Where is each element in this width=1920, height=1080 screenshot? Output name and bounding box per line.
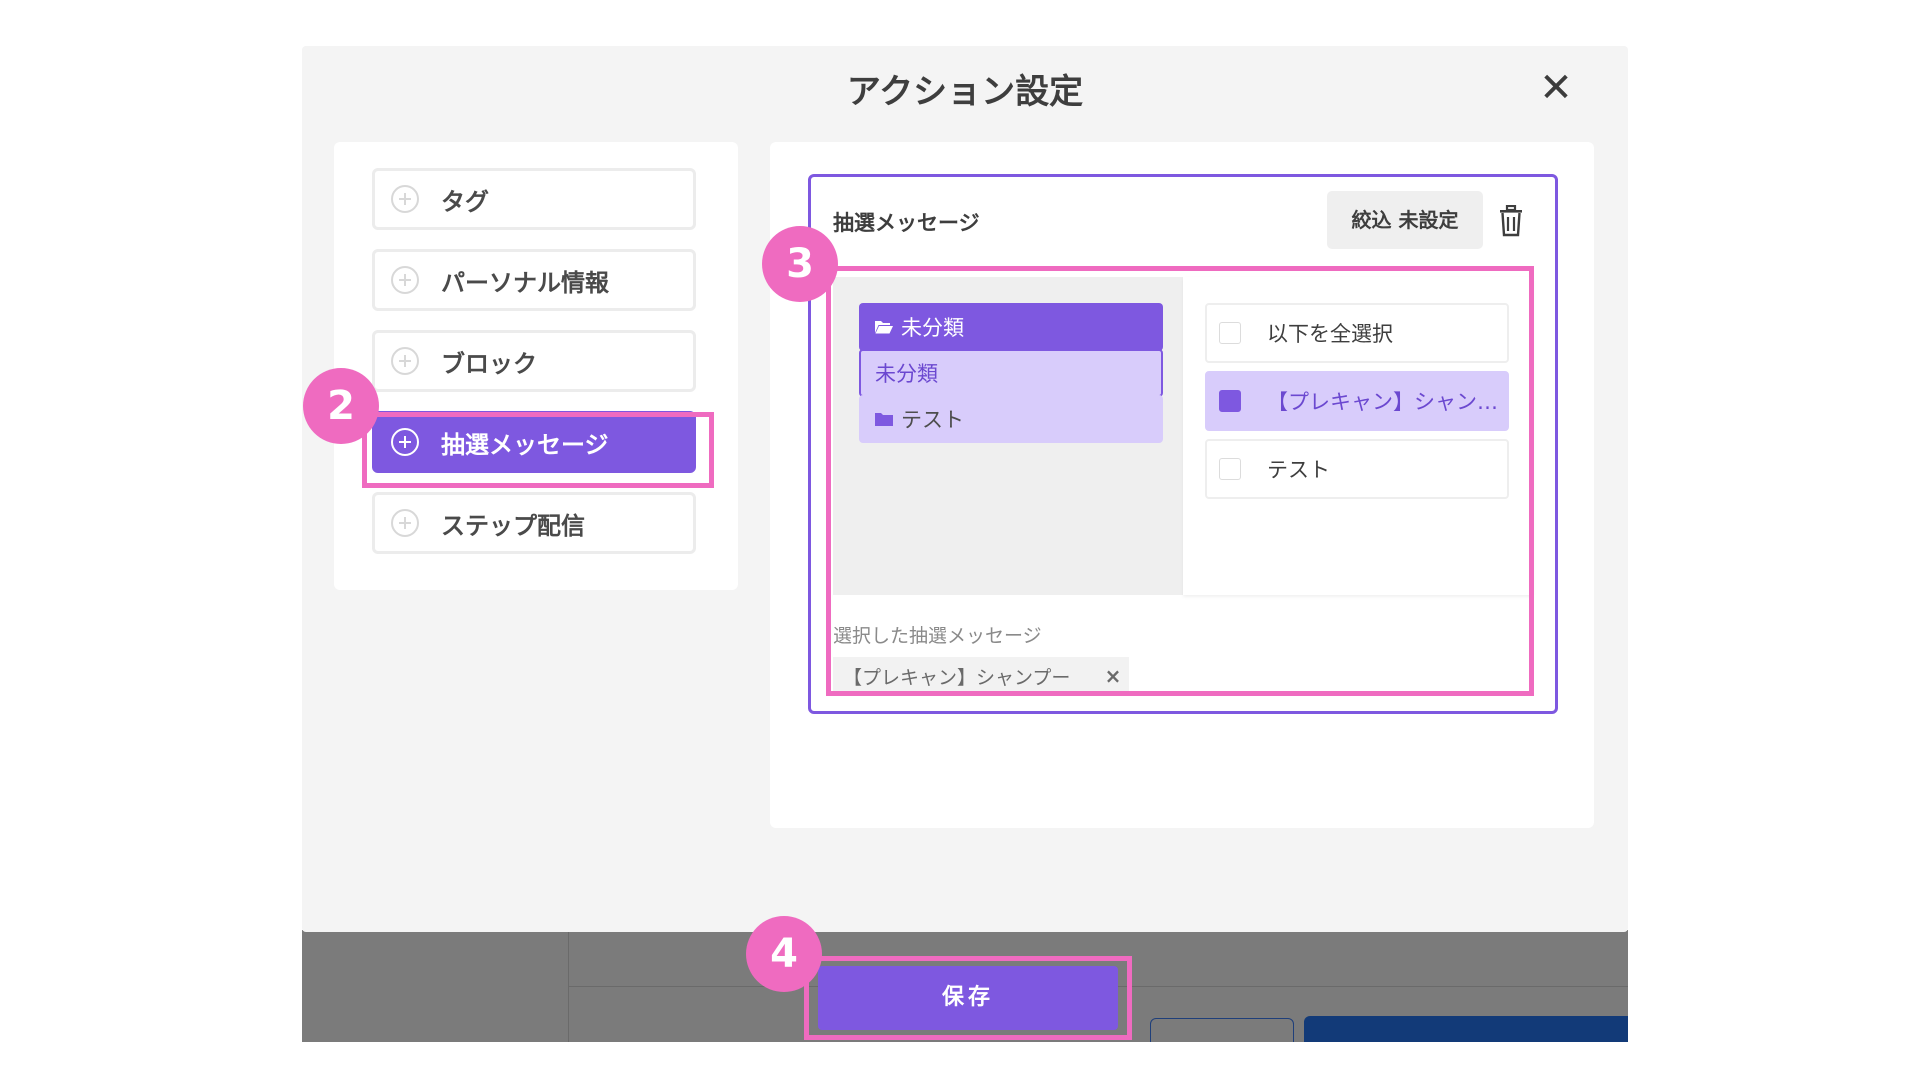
background-outline-button[interactable] (1150, 1018, 1294, 1042)
step-badge: 4 (746, 916, 822, 992)
highlight-frame (826, 266, 1534, 696)
filter-button[interactable]: 絞込 未設定 (1327, 191, 1483, 249)
sidebar-item-block[interactable]: ブロック (372, 330, 696, 392)
plus-circle-icon (391, 509, 419, 537)
modal-title: アクション設定 (846, 72, 1084, 112)
plus-circle-icon (391, 185, 419, 213)
sidebar-item-tag[interactable]: タグ (372, 168, 696, 230)
action-type-panel: タグ パーソナル情報 ブロック 抽選メッセージ ステップ配信 (334, 142, 738, 590)
close-icon[interactable]: ✕ (1534, 66, 1578, 110)
plus-circle-icon (391, 266, 419, 294)
background-primary-button[interactable] (1304, 1016, 1628, 1042)
sidebar-item-label: タグ (441, 187, 489, 216)
sidebar-item-label: パーソナル情報 (441, 268, 609, 297)
highlight-frame (804, 956, 1132, 1040)
card-title: 抽選メッセージ (833, 211, 980, 235)
step-badge: 2 (303, 368, 379, 444)
trash-icon[interactable] (1497, 205, 1525, 237)
step-badge: 3 (762, 226, 838, 302)
sidebar-item-personal-info[interactable]: パーソナル情報 (372, 249, 696, 311)
sidebar-item-label: ステップ配信 (441, 511, 585, 540)
sidebar-item-step-delivery[interactable]: ステップ配信 (372, 492, 696, 554)
plus-circle-icon (391, 347, 419, 375)
sidebar-item-label: ブロック (441, 349, 537, 378)
highlight-frame (362, 412, 714, 488)
